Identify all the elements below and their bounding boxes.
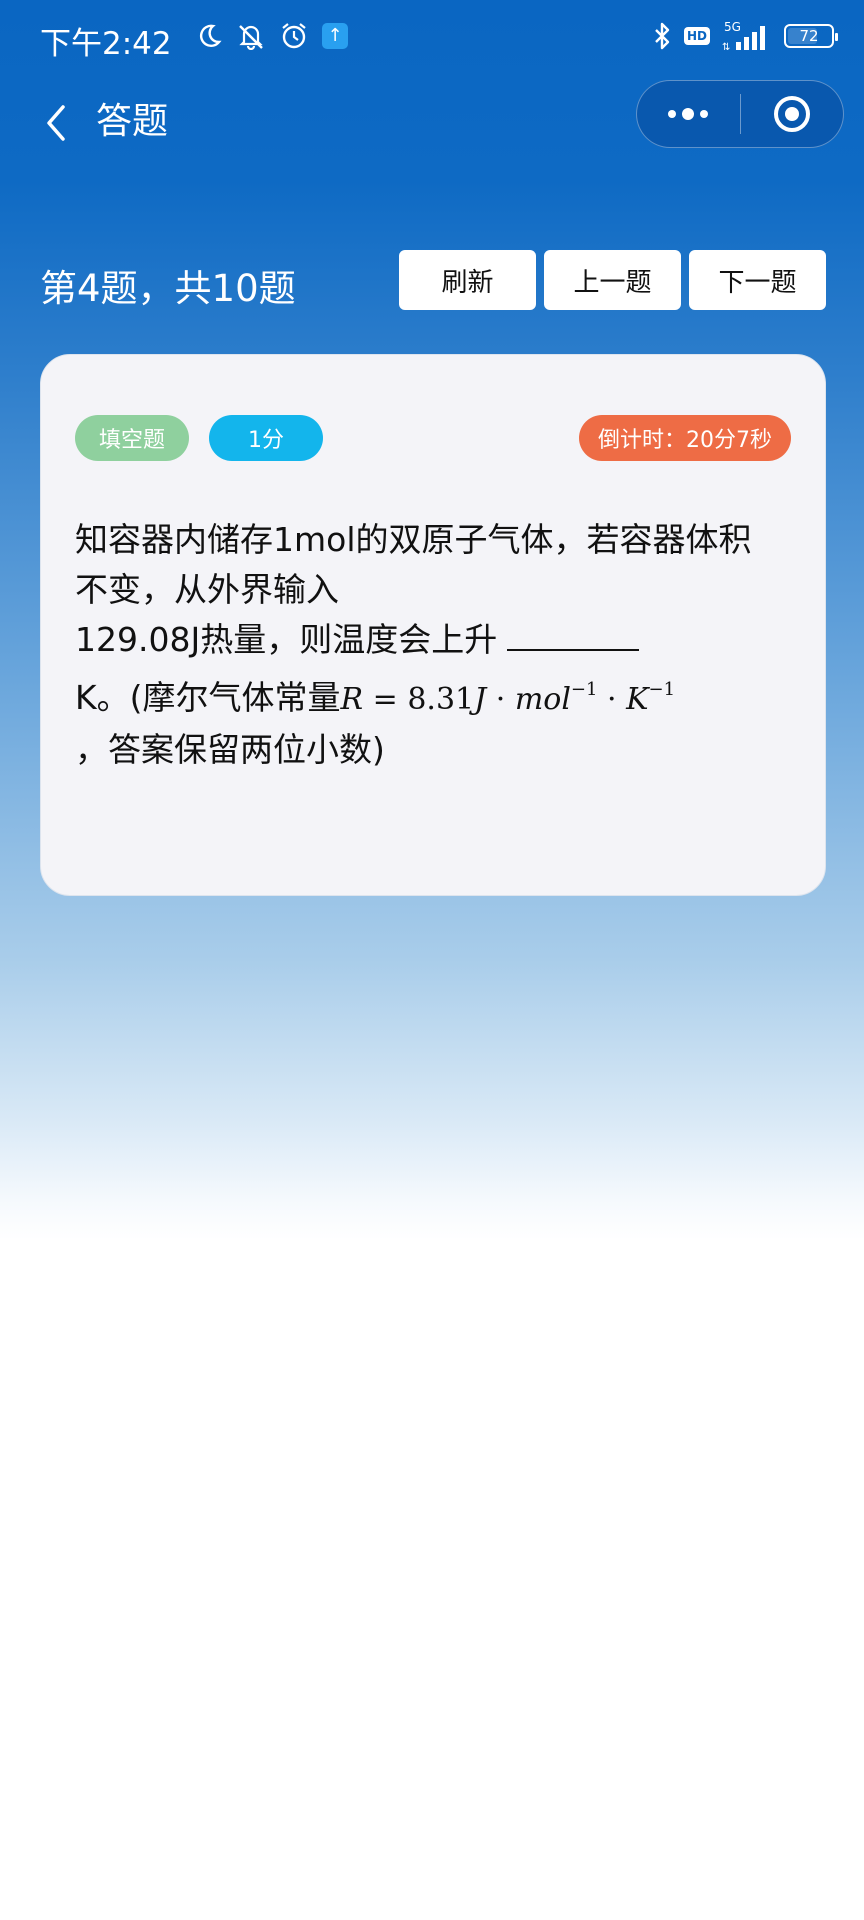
score-badge: 1分 xyxy=(209,415,323,461)
formula-dot-1: · xyxy=(495,682,506,717)
formula-lhs: R xyxy=(340,682,364,717)
question-line-4-text: K。(摩尔气体常量 xyxy=(75,678,341,717)
alarm-icon xyxy=(280,22,308,50)
question-progress: 第4题，共10题 xyxy=(40,267,296,310)
question-card: 填空题 1分 倒计时：20分7秒 知容器内储存1mol的双原子气体，若容器体积 … xyxy=(40,354,826,896)
mute-bell-icon xyxy=(236,22,266,50)
back-button[interactable] xyxy=(30,98,80,148)
formula-exp-k: −1 xyxy=(648,679,676,700)
upload-icon: ↑ xyxy=(322,23,348,49)
status-right-icons: HD 5G ⇅ 72 xyxy=(652,20,838,52)
formula-unit-k: K xyxy=(626,682,649,717)
status-time: 下午2:42 xyxy=(40,26,172,62)
target-circle-icon xyxy=(773,96,810,132)
signal-icon: 5G ⇅ xyxy=(722,20,772,52)
bluetooth-icon xyxy=(652,21,672,51)
formula-unit-j: J xyxy=(474,682,487,717)
battery-text: 72 xyxy=(799,27,819,45)
question-text: 知容器内储存1mol的双原子气体，若容器体积 不变，从外界输入 129.08J热… xyxy=(75,515,795,775)
more-button[interactable] xyxy=(637,80,740,148)
previous-question-button[interactable]: 上一题 xyxy=(544,250,681,310)
hd-badge: HD xyxy=(683,27,710,45)
question-line-2: 不变，从外界输入 xyxy=(75,570,339,609)
answer-blank[interactable] xyxy=(507,615,640,651)
formula-value: 8.31 xyxy=(407,682,475,717)
formula-exp-mol: −1 xyxy=(570,679,598,700)
next-question-button[interactable]: 下一题 xyxy=(689,250,826,310)
more-dots-icon xyxy=(668,108,709,120)
moon-icon xyxy=(196,23,222,49)
question-line-5: ，答案保留两位小数) xyxy=(75,730,385,769)
chevron-left-icon xyxy=(47,105,65,141)
status-bar: 下午2:42 ↑ HD 5G ⇅ 72 xyxy=(0,0,864,80)
gas-constant-formula: R = 8.31J · mol−1 · K−1 xyxy=(340,679,676,717)
formula-equals: = xyxy=(372,682,398,717)
question-actions: 刷新 上一题 下一题 xyxy=(399,250,826,310)
question-line-3: 129.08J热量，则温度会上升 xyxy=(75,615,795,665)
countdown-timer-badge: 倒计时：20分7秒 xyxy=(579,415,791,461)
question-line-1: 知容器内储存1mol的双原子气体，若容器体积 xyxy=(75,520,752,559)
question-line-4: K。(摩尔气体常量R = 8.31J · mol−1 · K−1 xyxy=(75,665,795,725)
refresh-button[interactable]: 刷新 xyxy=(399,250,536,310)
question-line-3-text: 129.08J热量，则温度会上升 xyxy=(75,620,498,659)
close-miniprogram-button[interactable] xyxy=(740,80,843,148)
formula-unit-mol: mol xyxy=(514,682,571,717)
miniprogram-capsule xyxy=(636,80,844,148)
page-title: 答题 xyxy=(96,101,169,142)
navigation-bar: 答题 xyxy=(0,80,864,190)
question-header: 第4题，共10题 刷新 上一题 下一题 xyxy=(40,248,826,310)
question-type-badge: 填空题 xyxy=(75,415,189,461)
formula-dot-2: · xyxy=(607,682,617,717)
svg-text:⇅: ⇅ xyxy=(722,42,730,52)
battery-icon: 72 xyxy=(784,24,838,48)
status-left-icons: ↑ xyxy=(196,22,348,50)
